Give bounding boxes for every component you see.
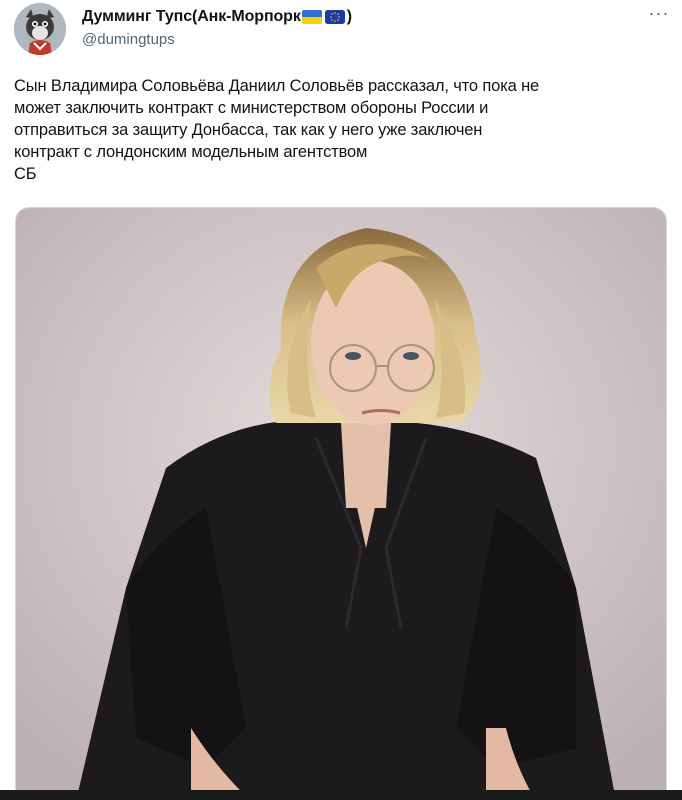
ukraine-flag-icon <box>301 10 322 24</box>
bottom-bar <box>0 790 682 800</box>
tweet: Думминг Тупс(Анк-Морпорк ) @dumingtups ·… <box>0 0 682 800</box>
photo-illustration <box>16 208 666 799</box>
author-name-row[interactable]: Думминг Тупс(Анк-Морпорк ) <box>82 6 352 28</box>
more-options-button[interactable]: ··· <box>644 4 674 26</box>
tweet-text: Сын Владимира Соловьёва Даниил Соловьёв … <box>14 77 540 183</box>
author-handle[interactable]: @dumingtups <box>82 31 175 48</box>
display-name[interactable]: Думминг Тупс(Анк-Морпорк <box>82 8 301 26</box>
tweet-photo[interactable] <box>15 207 667 800</box>
avatar[interactable] <box>14 3 66 55</box>
display-name-closing-paren: ) <box>346 8 353 25</box>
eu-flag-icon <box>324 10 345 24</box>
